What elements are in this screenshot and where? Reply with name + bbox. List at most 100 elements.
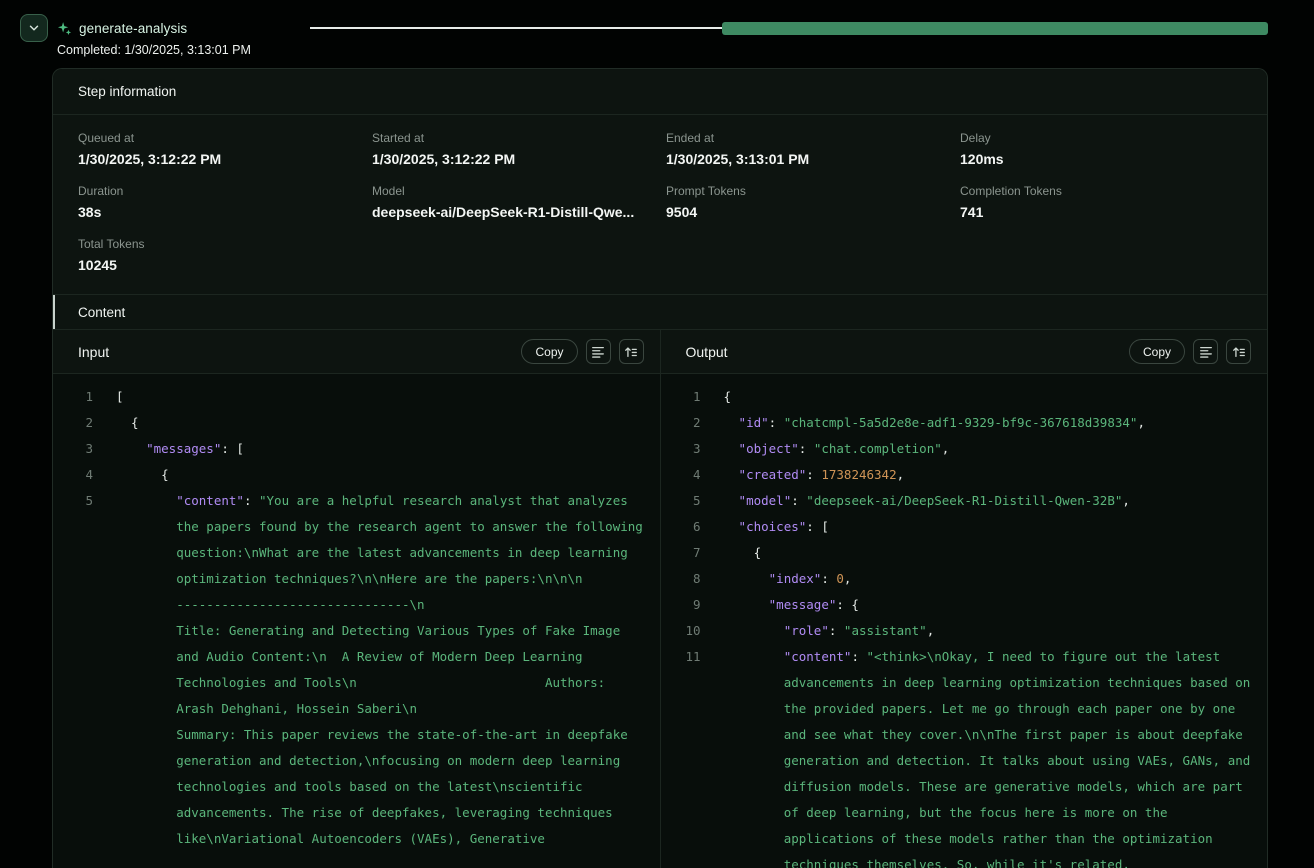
line-number: 5 [673,488,701,514]
line-content: "message": { [724,592,1268,618]
line-number: 3 [65,436,93,462]
code-line: 9 "message": { [673,592,1268,618]
code-line: 6 "choices": [ [673,514,1268,540]
line-content: "content": "<think>\nOkay, I need to fig… [724,644,1268,868]
line-number: 6 [673,514,701,540]
line-number: 3 [673,436,701,462]
code-token: "model" [739,493,792,508]
code-token: : [ [806,519,829,534]
code-token: "messages" [146,441,221,456]
field-value: 1/30/2025, 3:13:01 PM [666,150,948,168]
code-token: [ [116,389,124,404]
output-code[interactable]: 1{2"id": "chatcmpl-5a5d2e8e-adf1-9329-bf… [661,374,1268,868]
code-token: "deepseek-ai/DeepSeek-R1-Distill-Qwen-32… [806,493,1122,508]
field-label: Delay [960,131,1242,145]
code-token: "message" [769,597,837,612]
step-details-panel: Step information Queued at1/30/2025, 3:1… [52,68,1268,868]
code-token: "object" [739,441,799,456]
field-value: 120ms [960,150,1242,168]
step-field: Prompt Tokens9504 [666,184,948,221]
step-timeline [310,14,1268,42]
field-value: 741 [960,203,1242,221]
code-line: 2 "id": "chatcmpl-5a5d2e8e-adf1-9329-bf9c… [673,410,1268,436]
code-token: : [806,467,821,482]
field-value: 38s [78,203,360,221]
run-details-view: generate-analysis Completed: 1/30/2025, … [0,0,1314,868]
code-token: , [942,441,950,456]
code-line: 2{ [65,410,660,436]
sparkles-icon [57,21,72,36]
line-number: 7 [673,540,701,566]
line-content: "object": "chat.completion", [724,436,1268,462]
line-content: "messages": [ [116,436,660,462]
code-token: : [799,441,814,456]
line-number: 4 [673,462,701,488]
code-token: , [927,623,935,638]
code-token: : [791,493,806,508]
output-toolbar-actions: Copy [1129,339,1251,364]
line-content: { [116,462,660,488]
field-label: Duration [78,184,360,198]
code-token: : [851,649,866,664]
code-token: : [769,415,784,430]
output-format-button[interactable] [1226,339,1251,364]
output-title: Output [686,344,728,360]
step-field: Started at1/30/2025, 3:12:22 PM [372,131,654,168]
step-title-row: generate-analysis [57,14,310,42]
field-label: Ended at [666,131,948,145]
code-token: 1738246342 [821,467,896,482]
code-token: { [754,545,762,560]
line-content: { [724,384,1268,410]
step-field: Completion Tokens741 [960,184,1242,221]
code-line: 7{ [673,540,1268,566]
timeline-track-line [310,27,722,29]
code-token: "You are a helpful research analyst that… [176,493,659,846]
content-title: Content [78,305,125,320]
step-field: Total Tokens10245 [78,237,360,274]
line-number: 1 [65,384,93,410]
line-content: { [116,410,660,436]
code-token: "chatcmpl-5a5d2e8e-adf1-9329-bf9c-367618… [784,415,1138,430]
input-toolbar: Input Copy [53,330,660,374]
line-content: "index": 0, [724,566,1268,592]
step-title-block: generate-analysis Completed: 1/30/2025, … [57,14,310,57]
line-number: 4 [65,462,93,488]
code-token: "index" [769,571,822,586]
input-copy-button[interactable]: Copy [521,339,577,364]
step-field: Ended at 1/30/2025, 3:13:01 PM [666,131,948,168]
field-value: 1/30/2025, 3:12:22 PM [372,150,654,168]
collapse-step-button[interactable] [20,14,48,42]
code-token: "content" [784,649,852,664]
code-token: "created" [739,467,807,482]
line-content: "model": "deepseek-ai/DeepSeek-R1-Distil… [724,488,1268,514]
code-token: , [844,571,852,586]
step-field: Queued at1/30/2025, 3:12:22 PM [78,131,360,168]
line-number: 8 [673,566,701,592]
line-content: "id": "chatcmpl-5a5d2e8e-adf1-9329-bf9c-… [724,410,1268,436]
code-token: "role" [784,623,829,638]
line-content: "content": "You are a helpful research a… [116,488,660,852]
code-line: 3 "messages": [ [65,436,660,462]
code-line: 11"content": "<think>\nOkay, I need to f… [673,644,1268,868]
step-info-grid: Queued at1/30/2025, 3:12:22 PM Started at… [53,115,1267,294]
code-token: : { [836,597,859,612]
input-wrap-button[interactable] [586,339,611,364]
code-token: , [1122,493,1130,508]
input-code[interactable]: 1 [2{3 "messages": [ 4 {5"content": "You are… [53,374,660,868]
code-token: "<think>\nOkay, I need to figure out the… [784,649,1258,868]
input-format-button[interactable] [619,339,644,364]
output-copy-button[interactable]: Copy [1129,339,1185,364]
output-wrap-button[interactable] [1193,339,1218,364]
line-number: 9 [673,592,701,618]
code-token: 0 [836,571,844,586]
line-number: 2 [673,410,701,436]
arrow-up-lines-icon [1232,345,1246,359]
timeline-duration-bar[interactable] [722,22,1268,35]
code-line: 5"content": "You are a helpful research … [65,488,660,852]
step-completed-time: Completed: 1/30/2025, 3:13:01 PM [57,43,310,57]
wrap-lines-icon [1199,345,1213,359]
code-token: "chat.completion" [814,441,942,456]
code-line: 5 "model": "deepseek-ai/DeepSeek-R1-Disti… [673,488,1268,514]
code-token: "choices" [739,519,807,534]
step-information-title: Step information [78,84,176,99]
